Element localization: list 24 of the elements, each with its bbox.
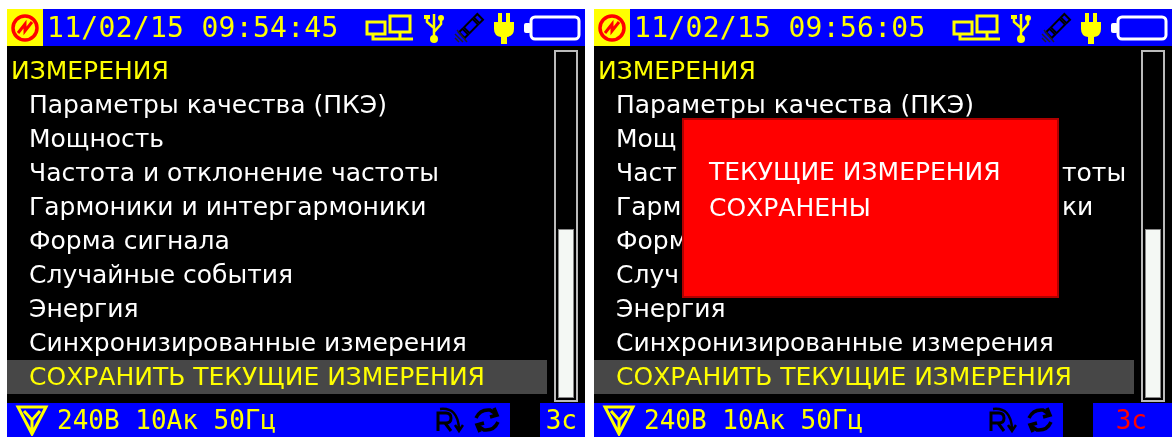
menu-item[interactable]: Гармоники и интергармоники bbox=[7, 190, 547, 224]
date-time: 11/02/15 09:54:45 bbox=[47, 10, 339, 46]
menu-item[interactable]: Случайные события bbox=[7, 258, 547, 292]
menu-item[interactable]: СОХРАНИТЬ ТЕКУЩИЕ ИЗМЕРЕНИЯ bbox=[594, 360, 1134, 394]
menu-title: ИЗМЕРЕНИЯ bbox=[10, 55, 170, 87]
readings: 240В 10Ак 50Гц bbox=[644, 404, 864, 437]
menu-item[interactable]: Синхронизированные измерения bbox=[7, 326, 547, 360]
menu-item[interactable]: Синхронизированные измерения bbox=[594, 326, 1134, 360]
menu-title: ИЗМЕРЕНИЯ bbox=[597, 55, 757, 87]
menu-item-fragment: ки bbox=[1062, 191, 1094, 223]
menu-item[interactable]: Гарм bbox=[616, 192, 682, 221]
menu-item[interactable]: Параметры качества (ПКЭ) bbox=[7, 88, 547, 122]
timer: 3с bbox=[545, 404, 577, 437]
menu-item[interactable]: СОХРАНИТЬ ТЕКУЩИЕ ИЗМЕРЕНИЯ bbox=[7, 360, 547, 394]
timer: 3с bbox=[1114, 404, 1148, 437]
readings: 240В 10Ак 50Гц bbox=[57, 404, 277, 437]
date-time: 11/02/15 09:56:05 bbox=[634, 10, 926, 46]
menu-item[interactable]: Форма сигнала bbox=[7, 224, 547, 258]
menu-item[interactable]: Энергия bbox=[7, 292, 547, 326]
menu-item[interactable]: Частота и отклонение частоты bbox=[7, 156, 547, 190]
message-popup: ТЕКУЩИЕ ИЗМЕРЕНИЯ СОХРАНЕНЫ bbox=[682, 118, 1059, 298]
menu-item[interactable]: Мощность bbox=[7, 122, 547, 156]
menu-item-fragment: тоты bbox=[1062, 157, 1127, 189]
menu-item[interactable]: Част bbox=[616, 158, 677, 187]
